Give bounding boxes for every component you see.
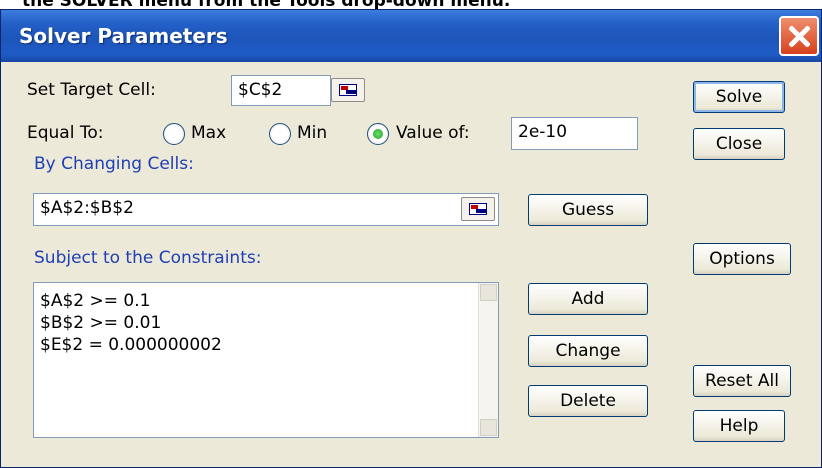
add-button[interactable]: Add: [528, 283, 648, 315]
dialog-title: Solver Parameters: [19, 24, 228, 48]
list-item[interactable]: $B$2 >= 0.01: [34, 312, 498, 334]
changing-cells-label: By Changing Cells:: [34, 154, 194, 174]
solve-button-label: Solve: [715, 87, 763, 107]
changing-cells-input[interactable]: $A$2:$B$2: [33, 193, 499, 226]
delete-button[interactable]: Delete: [528, 385, 648, 417]
value-of-input[interactable]: 2e-10: [511, 117, 638, 150]
delete-button-label: Delete: [560, 391, 616, 411]
collapse-dialog-icon: [469, 203, 487, 215]
changing-cells-collapse-button[interactable]: [461, 197, 495, 221]
equal-to-label: Equal To:: [27, 123, 104, 143]
list-item[interactable]: $E$2 = 0.000000002: [34, 334, 498, 356]
max-radio-label[interactable]: Max: [191, 123, 226, 143]
max-radio[interactable]: [163, 123, 185, 145]
change-button-label: Change: [555, 341, 621, 361]
solve-button[interactable]: Solve: [693, 81, 785, 113]
help-button[interactable]: Help: [693, 410, 785, 442]
guess-button-label: Guess: [561, 200, 615, 220]
list-item[interactable]: $A$2 >= 0.1: [34, 290, 498, 312]
constraints-scrollbar[interactable]: [478, 283, 498, 437]
solver-dialog: Solver Parameters Set Target Cell: $C$2 …: [0, 9, 822, 468]
help-button-label: Help: [719, 416, 759, 436]
scroll-down-icon[interactable]: [480, 419, 497, 436]
min-radio[interactable]: [269, 123, 291, 145]
add-button-label: Add: [571, 289, 605, 309]
close-button-label: Close: [715, 134, 763, 154]
page-caption: the SOLVER menu from the Tools drop-down…: [0, 0, 822, 9]
close-icon[interactable]: [779, 16, 819, 56]
collapse-dialog-icon: [339, 84, 357, 96]
options-button[interactable]: Options: [693, 243, 791, 275]
value-of-radio[interactable]: [367, 123, 389, 145]
reset-all-button-label: Reset All: [705, 371, 779, 391]
guess-button[interactable]: Guess: [528, 194, 648, 226]
target-cell-input[interactable]: $C$2: [231, 75, 331, 106]
constraints-list[interactable]: $A$2 >= 0.1 $B$2 >= 0.01 $E$2 = 0.000000…: [33, 282, 499, 438]
change-button[interactable]: Change: [528, 335, 648, 367]
reset-all-button[interactable]: Reset All: [693, 365, 791, 397]
target-cell-label: Set Target Cell:: [27, 80, 156, 100]
options-button-label: Options: [709, 249, 775, 269]
close-button[interactable]: Close: [693, 128, 785, 160]
min-radio-label[interactable]: Min: [297, 123, 327, 143]
scroll-up-icon[interactable]: [480, 284, 497, 301]
title-bar[interactable]: Solver Parameters: [1, 10, 821, 62]
constraints-label: Subject to the Constraints:: [34, 248, 262, 268]
value-of-radio-label[interactable]: Value of:: [396, 123, 470, 143]
target-cell-collapse-button[interactable]: [331, 78, 365, 102]
